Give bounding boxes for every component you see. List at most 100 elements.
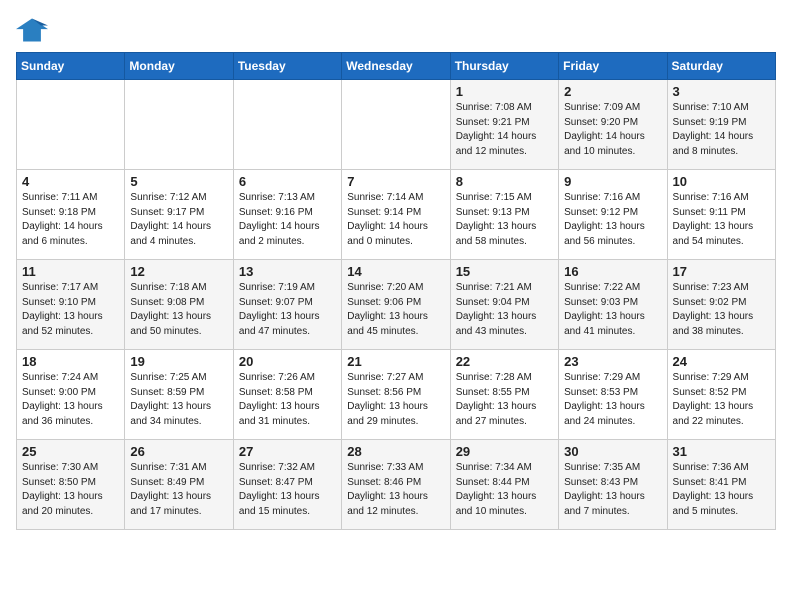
calendar-cell: 23 Sunrise: 7:29 AM Sunset: 8:53 PM Dayli… [559, 350, 667, 440]
day-info: Sunrise: 7:11 AM Sunset: 9:18 PM Dayligh… [22, 191, 119, 249]
day-info: Sunrise: 7:16 AM Sunset: 9:12 PM Dayligh… [564, 191, 661, 249]
weekday-header: Sunday [17, 53, 125, 80]
day-number: 28 [347, 444, 444, 459]
calendar-cell: 11 Sunrise: 7:17 AM Sunset: 9:10 PM Dayli… [17, 260, 125, 350]
day-info: Sunrise: 7:13 AM Sunset: 9:16 PM Dayligh… [239, 191, 336, 249]
day-number: 14 [347, 264, 444, 279]
weekday-header: Wednesday [342, 53, 450, 80]
calendar-cell: 22 Sunrise: 7:28 AM Sunset: 8:55 PM Dayli… [450, 350, 558, 440]
day-number: 11 [22, 264, 119, 279]
day-number: 18 [22, 354, 119, 369]
day-info: Sunrise: 7:23 AM Sunset: 9:02 PM Dayligh… [673, 281, 770, 339]
day-number: 5 [130, 174, 227, 189]
calendar-cell: 30 Sunrise: 7:35 AM Sunset: 8:43 PM Dayli… [559, 440, 667, 530]
weekday-header: Monday [125, 53, 233, 80]
day-number: 17 [673, 264, 770, 279]
day-number: 13 [239, 264, 336, 279]
day-info: Sunrise: 7:34 AM Sunset: 8:44 PM Dayligh… [456, 461, 553, 519]
day-number: 30 [564, 444, 661, 459]
day-info: Sunrise: 7:16 AM Sunset: 9:11 PM Dayligh… [673, 191, 770, 249]
weekday-header: Tuesday [233, 53, 341, 80]
day-number: 16 [564, 264, 661, 279]
weekday-header: Friday [559, 53, 667, 80]
day-info: Sunrise: 7:14 AM Sunset: 9:14 PM Dayligh… [347, 191, 444, 249]
day-number: 10 [673, 174, 770, 189]
calendar-cell: 2 Sunrise: 7:09 AM Sunset: 9:20 PM Daylig… [559, 80, 667, 170]
calendar-cell: 28Sunrise: 7:33 AM Sunset: 8:46 PM Dayli… [342, 440, 450, 530]
calendar-cell: 5 Sunrise: 7:12 AM Sunset: 9:17 PM Daylig… [125, 170, 233, 260]
day-number: 7 [347, 174, 444, 189]
calendar-cell: 14 Sunrise: 7:20 AM Sunset: 9:06 PM Dayli… [342, 260, 450, 350]
calendar-cell: 19 Sunrise: 7:25 AM Sunset: 8:59 PM Dayli… [125, 350, 233, 440]
day-info: Sunrise: 7:10 AM Sunset: 9:19 PM Dayligh… [673, 101, 770, 159]
calendar-cell: 1Sunrise: 7:08 AM Sunset: 9:21 PM Daylig… [450, 80, 558, 170]
calendar-cell: 10 Sunrise: 7:16 AM Sunset: 9:11 PM Dayli… [667, 170, 775, 260]
day-info: Sunrise: 7:12 AM Sunset: 9:17 PM Dayligh… [130, 191, 227, 249]
calendar-table: SundayMondayTuesdayWednesdayThursdayFrid… [16, 52, 776, 530]
calendar-cell [342, 80, 450, 170]
calendar-cell: 24 Sunrise: 7:29 AM Sunset: 8:52 PM Dayli… [667, 350, 775, 440]
day-number: 1 [456, 84, 553, 99]
calendar-cell [125, 80, 233, 170]
day-number: 27 [239, 444, 336, 459]
day-number: 12 [130, 264, 227, 279]
day-number: 29 [456, 444, 553, 459]
day-info: Sunrise: 7:09 AM Sunset: 9:20 PM Dayligh… [564, 101, 661, 159]
day-number: 25 [22, 444, 119, 459]
calendar-cell: 9 Sunrise: 7:16 AM Sunset: 9:12 PM Daylig… [559, 170, 667, 260]
day-info: Sunrise: 7:22 AM Sunset: 9:03 PM Dayligh… [564, 281, 661, 339]
calendar-cell: 3 Sunrise: 7:10 AM Sunset: 9:19 PM Daylig… [667, 80, 775, 170]
logo-icon [16, 16, 48, 44]
day-number: 8 [456, 174, 553, 189]
day-info: Sunrise: 7:20 AM Sunset: 9:06 PM Dayligh… [347, 281, 444, 339]
day-info: Sunrise: 7:17 AM Sunset: 9:10 PM Dayligh… [22, 281, 119, 339]
day-info: Sunrise: 7:26 AM Sunset: 8:58 PM Dayligh… [239, 371, 336, 429]
calendar-cell: 7 Sunrise: 7:14 AM Sunset: 9:14 PM Daylig… [342, 170, 450, 260]
calendar-header: SundayMondayTuesdayWednesdayThursdayFrid… [17, 53, 776, 80]
calendar-cell: 25 Sunrise: 7:30 AM Sunset: 8:50 PM Dayli… [17, 440, 125, 530]
day-number: 6 [239, 174, 336, 189]
calendar-cell: 21Sunrise: 7:27 AM Sunset: 8:56 PM Dayli… [342, 350, 450, 440]
weekday-header: Thursday [450, 53, 558, 80]
day-number: 20 [239, 354, 336, 369]
calendar-cell: 17 Sunrise: 7:23 AM Sunset: 9:02 PM Dayli… [667, 260, 775, 350]
day-info: Sunrise: 7:36 AM Sunset: 8:41 PM Dayligh… [673, 461, 770, 519]
day-info: Sunrise: 7:27 AM Sunset: 8:56 PM Dayligh… [347, 371, 444, 429]
calendar-cell: 6 Sunrise: 7:13 AM Sunset: 9:16 PM Daylig… [233, 170, 341, 260]
day-number: 15 [456, 264, 553, 279]
day-number: 3 [673, 84, 770, 99]
calendar-cell: 29 Sunrise: 7:34 AM Sunset: 8:44 PM Dayli… [450, 440, 558, 530]
day-number: 26 [130, 444, 227, 459]
logo [16, 16, 52, 44]
calendar-cell: 15Sunrise: 7:21 AM Sunset: 9:04 PM Dayli… [450, 260, 558, 350]
calendar-cell: 18 Sunrise: 7:24 AM Sunset: 9:00 PM Dayli… [17, 350, 125, 440]
calendar-cell: 12 Sunrise: 7:18 AM Sunset: 9:08 PM Dayli… [125, 260, 233, 350]
day-info: Sunrise: 7:29 AM Sunset: 8:52 PM Dayligh… [673, 371, 770, 429]
weekday-header: Saturday [667, 53, 775, 80]
day-number: 19 [130, 354, 227, 369]
calendar-cell [17, 80, 125, 170]
calendar-cell: 13 Sunrise: 7:19 AM Sunset: 9:07 PM Dayli… [233, 260, 341, 350]
day-info: Sunrise: 7:18 AM Sunset: 9:08 PM Dayligh… [130, 281, 227, 339]
calendar-cell: 31 Sunrise: 7:36 AM Sunset: 8:41 PM Dayli… [667, 440, 775, 530]
calendar-cell: 16 Sunrise: 7:22 AM Sunset: 9:03 PM Dayli… [559, 260, 667, 350]
day-info: Sunrise: 7:25 AM Sunset: 8:59 PM Dayligh… [130, 371, 227, 429]
day-number: 2 [564, 84, 661, 99]
day-info: Sunrise: 7:30 AM Sunset: 8:50 PM Dayligh… [22, 461, 119, 519]
day-number: 9 [564, 174, 661, 189]
day-info: Sunrise: 7:35 AM Sunset: 8:43 PM Dayligh… [564, 461, 661, 519]
day-number: 22 [456, 354, 553, 369]
calendar-cell: 8 Sunrise: 7:15 AM Sunset: 9:13 PM Daylig… [450, 170, 558, 260]
calendar-cell [233, 80, 341, 170]
day-info: Sunrise: 7:15 AM Sunset: 9:13 PM Dayligh… [456, 191, 553, 249]
day-info: Sunrise: 7:24 AM Sunset: 9:00 PM Dayligh… [22, 371, 119, 429]
day-info: Sunrise: 7:28 AM Sunset: 8:55 PM Dayligh… [456, 371, 553, 429]
day-number: 24 [673, 354, 770, 369]
day-number: 23 [564, 354, 661, 369]
day-number: 31 [673, 444, 770, 459]
day-info: Sunrise: 7:29 AM Sunset: 8:53 PM Dayligh… [564, 371, 661, 429]
day-info: Sunrise: 7:32 AM Sunset: 8:47 PM Dayligh… [239, 461, 336, 519]
day-info: Sunrise: 7:19 AM Sunset: 9:07 PM Dayligh… [239, 281, 336, 339]
page-header [16, 16, 776, 44]
calendar-cell: 27 Sunrise: 7:32 AM Sunset: 8:47 PM Dayli… [233, 440, 341, 530]
